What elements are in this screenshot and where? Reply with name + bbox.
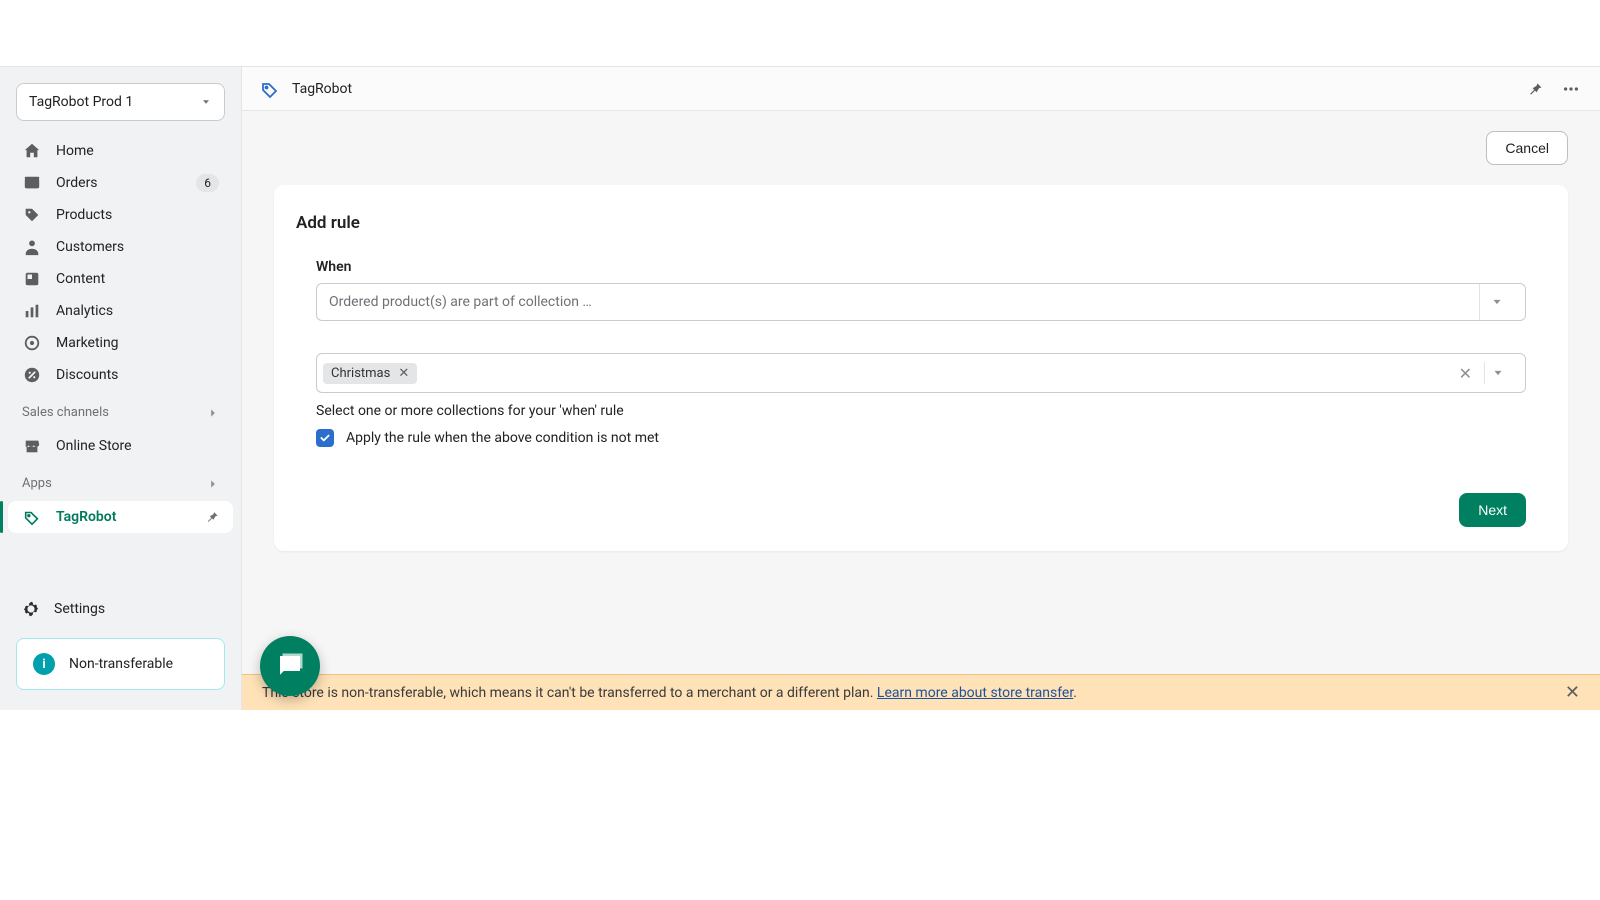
when-select-value: Ordered product(s) are part of collectio… (329, 294, 592, 310)
separator (1484, 362, 1485, 384)
info-card-label: Non-transferable (69, 656, 173, 672)
sidebar-item-label: Analytics (56, 303, 113, 319)
rule-form: When Ordered product(s) are part of coll… (296, 259, 1546, 527)
non-transferable-card[interactable]: i Non-transferable (16, 638, 225, 690)
sidebar-item-label: Marketing (56, 335, 119, 351)
caret-down-icon (200, 96, 212, 108)
apps-nav: TagRobot (0, 497, 241, 537)
topbar-actions (1524, 78, 1582, 100)
transfer-warning-banner: This store is non-transferable, which me… (242, 674, 1600, 710)
invert-condition-label: Apply the rule when the above condition … (346, 430, 659, 446)
sidebar-item-customers[interactable]: Customers (8, 231, 233, 263)
invert-condition-row: Apply the rule when the above condition … (316, 429, 1526, 447)
sidebar-item-label: Products (56, 207, 112, 223)
customers-icon (22, 237, 42, 257)
chevron-down-icon (1479, 284, 1513, 320)
sidebar-item-analytics[interactable]: Analytics (8, 295, 233, 327)
sidebar-item-label: TagRobot (56, 509, 116, 525)
clear-all-icon[interactable]: ✕ (1453, 364, 1478, 383)
home-icon (22, 141, 42, 161)
multiselect-controls: ✕ (1453, 362, 1519, 384)
chevron-right-icon (207, 478, 219, 490)
card-footer: Next (316, 493, 1526, 527)
app-tag-icon (260, 79, 280, 99)
add-rule-card: Add rule When Ordered product(s) are par… (274, 185, 1568, 551)
orders-icon (22, 173, 42, 193)
app-topbar: TagRobot (242, 67, 1600, 111)
chat-fab[interactable] (260, 636, 320, 696)
sales-channels-nav: Online Store (0, 426, 241, 466)
sidebar-item-orders[interactable]: Orders 6 (8, 167, 233, 199)
sidebar-item-label: Online Store (56, 438, 132, 454)
banner-text: This store is non-transferable, which me… (262, 685, 1077, 701)
sidebar-item-content[interactable]: Content (8, 263, 233, 295)
sidebar-bottom: Settings i Non-transferable (0, 592, 241, 710)
sidebar-item-products[interactable]: Products (8, 199, 233, 231)
sidebar-item-settings[interactable]: Settings (8, 592, 233, 626)
sidebar: TagRobot Prod 1 Home Orders 6 Products C… (0, 67, 242, 710)
when-label: When (316, 259, 1526, 275)
section-header-label: Apps (22, 476, 52, 491)
collection-chip: Christmas ✕ (323, 363, 417, 384)
sidebar-item-home[interactable]: Home (8, 135, 233, 167)
more-actions-button[interactable] (1560, 78, 1582, 100)
settings-label: Settings (54, 601, 105, 617)
chip-label: Christmas (331, 366, 390, 381)
invert-condition-checkbox[interactable] (316, 429, 334, 447)
sidebar-item-discounts[interactable]: Discounts (8, 359, 233, 391)
banner-learn-more-link[interactable]: Learn more about store transfer (877, 685, 1073, 701)
store-switcher[interactable]: TagRobot Prod 1 (16, 83, 225, 121)
card-title: Add rule (296, 213, 1546, 233)
banner-text-suffix: . (1073, 685, 1077, 701)
sidebar-item-label: Discounts (56, 367, 118, 383)
analytics-icon (22, 301, 42, 321)
content-area: Cancel Add rule When Ordered product(s) … (242, 111, 1600, 575)
app-tag-icon (22, 507, 42, 527)
app-title: TagRobot (292, 81, 352, 97)
content-icon (22, 269, 42, 289)
info-icon: i (33, 653, 55, 675)
sidebar-item-online-store[interactable]: Online Store (8, 430, 233, 462)
cancel-button[interactable]: Cancel (1486, 131, 1568, 165)
discounts-icon (22, 365, 42, 385)
marketing-icon (22, 333, 42, 353)
when-condition-select[interactable]: Ordered product(s) are part of collectio… (316, 283, 1526, 321)
section-header-label: Sales channels (22, 405, 109, 420)
chevron-down-icon[interactable] (1491, 366, 1519, 380)
chip-remove-icon[interactable]: ✕ (398, 366, 409, 381)
banner-close-icon[interactable]: ✕ (1565, 682, 1580, 703)
sidebar-item-label: Content (56, 271, 105, 287)
collections-multiselect[interactable]: Christmas ✕ ✕ (316, 353, 1526, 393)
app-shell: TagRobot Prod 1 Home Orders 6 Products C… (0, 66, 1600, 710)
sidebar-item-tagrobot[interactable]: TagRobot (8, 501, 233, 533)
banner-text-prefix: This store is non-transferable, which me… (262, 685, 877, 701)
apps-header[interactable]: Apps (0, 466, 241, 497)
store-icon (22, 436, 42, 456)
primary-nav: Home Orders 6 Products Customers Content (0, 131, 241, 395)
next-button[interactable]: Next (1459, 493, 1526, 527)
page-actions-top: Cancel (274, 131, 1568, 165)
sidebar-item-label: Orders (56, 175, 98, 191)
sidebar-item-label: Home (56, 143, 94, 159)
sidebar-item-label: Customers (56, 239, 124, 255)
products-icon (22, 205, 42, 225)
pin-app-button[interactable] (1524, 78, 1546, 100)
chevron-right-icon (207, 407, 219, 419)
orders-badge: 6 (196, 174, 219, 192)
store-switcher-label: TagRobot Prod 1 (29, 94, 133, 110)
gear-icon (22, 600, 40, 618)
collections-helper-text: Select one or more collections for your … (316, 403, 1526, 419)
pin-icon[interactable] (205, 510, 219, 524)
sales-channels-header[interactable]: Sales channels (0, 395, 241, 426)
sidebar-item-marketing[interactable]: Marketing (8, 327, 233, 359)
main: TagRobot Cancel Add rule When Ordered pr… (242, 67, 1600, 710)
